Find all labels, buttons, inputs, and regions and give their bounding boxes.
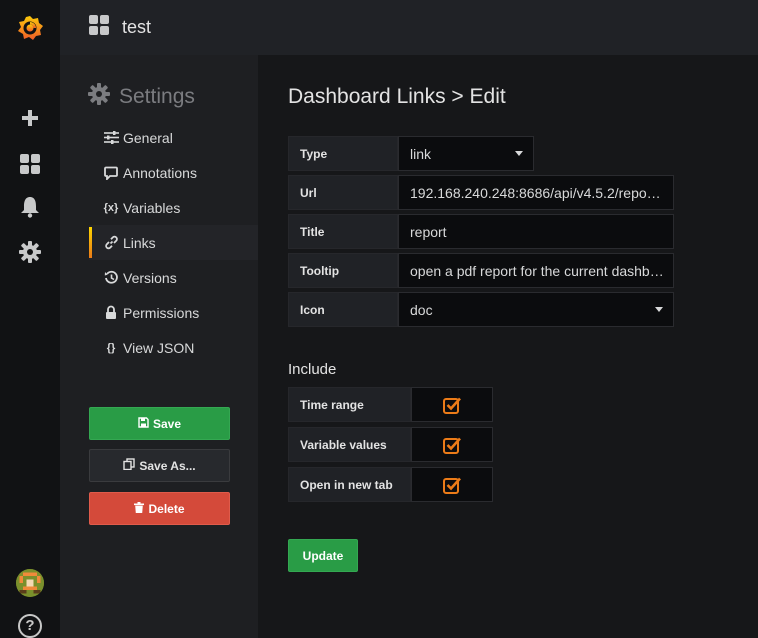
- trash-icon: [134, 501, 145, 516]
- top-navbar: test: [60, 0, 758, 55]
- type-row: Type link: [288, 136, 534, 171]
- title-label: Title: [288, 214, 398, 249]
- save-icon: [138, 416, 149, 431]
- comment-icon: [103, 165, 119, 181]
- time-range-label: Time range: [288, 387, 411, 422]
- chevron-down-icon: [515, 151, 523, 156]
- settings-title: Settings: [119, 85, 195, 108]
- save-as-button[interactable]: Save As...: [89, 449, 230, 482]
- icon-label: Icon: [288, 292, 398, 327]
- link-edit-panel: Dashboard Links > Edit Type link Url 192…: [258, 55, 758, 638]
- history-icon: [103, 270, 119, 286]
- open-new-tab-label: Open in new tab: [288, 467, 411, 502]
- copy-icon: [123, 458, 136, 473]
- variables-icon: {x}: [103, 201, 119, 214]
- sidebar-item-permissions[interactable]: Permissions: [60, 295, 258, 330]
- sidebar-item-annotations[interactable]: Annotations: [60, 155, 258, 190]
- sidebar-item-general[interactable]: General: [60, 120, 258, 155]
- json-icon: {}: [106, 341, 116, 354]
- sidebar-item-versions[interactable]: Versions: [60, 260, 258, 295]
- type-select[interactable]: link: [398, 136, 534, 171]
- url-label: Url: [288, 175, 398, 210]
- tooltip-label: Tooltip: [288, 253, 398, 288]
- sidebar-item-variables[interactable]: {x} Variables: [60, 190, 258, 225]
- sidebar-item-label: Annotations: [123, 164, 197, 181]
- dashboard-title[interactable]: test: [122, 17, 151, 38]
- variable-values-label: Variable values: [288, 427, 411, 462]
- sidebar-item-view-json[interactable]: {} View JSON: [60, 330, 258, 365]
- sliders-icon: [103, 130, 119, 146]
- update-button[interactable]: Update: [288, 539, 358, 572]
- tooltip-input[interactable]: open a pdf report for the current dashb…: [398, 253, 674, 288]
- title-value: report: [410, 223, 447, 240]
- type-value: link: [410, 145, 432, 162]
- lock-icon: [103, 305, 119, 321]
- tooltip-row: Tooltip open a pdf report for the curren…: [288, 253, 674, 288]
- sidebar-item-label: General: [123, 129, 173, 146]
- grafana-logo-icon[interactable]: [14, 12, 46, 44]
- plus-icon[interactable]: [15, 103, 45, 133]
- open-new-tab-row: Open in new tab: [288, 467, 493, 502]
- time-range-checkbox[interactable]: [411, 387, 493, 422]
- help-icon[interactable]: ?: [18, 614, 42, 638]
- icon-select[interactable]: doc: [398, 292, 674, 327]
- grafana-app: ? test Settings General Annotations {x} …: [0, 0, 758, 638]
- checkbox-checked-icon: [443, 397, 461, 414]
- title-input[interactable]: report: [398, 214, 674, 249]
- alert-bell-icon[interactable]: [15, 192, 45, 222]
- delete-button[interactable]: Delete: [89, 492, 230, 525]
- side-rail: ?: [0, 0, 60, 638]
- title-row: Title report: [288, 214, 674, 249]
- sidebar-item-label: Links: [123, 234, 156, 251]
- checkbox-checked-icon: [443, 437, 461, 454]
- sidebar-item-label: Variables: [123, 199, 181, 216]
- include-heading: Include: [288, 361, 337, 378]
- dashboards-icon[interactable]: [15, 149, 45, 179]
- dashboard-grid-icon: [88, 14, 110, 41]
- time-range-row: Time range: [288, 387, 493, 422]
- variable-values-row: Variable values: [288, 427, 493, 462]
- icon-value: doc: [410, 301, 433, 318]
- open-new-tab-checkbox[interactable]: [411, 467, 493, 502]
- url-value: 192.168.240.248:8686/api/v4.5.2/repo…: [410, 184, 661, 201]
- save-button[interactable]: Save: [89, 407, 230, 440]
- user-avatar[interactable]: [16, 569, 44, 597]
- page-title: Dashboard Links > Edit: [288, 85, 506, 108]
- settings-nav: General Annotations {x} Variables Links: [60, 120, 258, 365]
- url-input[interactable]: 192.168.240.248:8686/api/v4.5.2/repo…: [398, 175, 674, 210]
- save-as-label: Save As...: [139, 458, 196, 473]
- chevron-down-icon: [655, 307, 663, 312]
- sidebar-item-label: View JSON: [123, 339, 195, 356]
- settings-heading: Settings: [88, 83, 195, 111]
- gear-icon[interactable]: [15, 237, 45, 267]
- sidebar-item-label: Permissions: [123, 304, 200, 321]
- url-row: Url 192.168.240.248:8686/api/v4.5.2/repo…: [288, 175, 674, 210]
- gear-icon: [88, 83, 110, 111]
- sidebar-item-label: Versions: [123, 269, 177, 286]
- checkbox-checked-icon: [443, 477, 461, 494]
- type-label: Type: [288, 136, 398, 171]
- icon-row: Icon doc: [288, 292, 674, 327]
- sidebar-item-links[interactable]: Links: [60, 225, 258, 260]
- variable-values-checkbox[interactable]: [411, 427, 493, 462]
- delete-label: Delete: [148, 501, 185, 516]
- settings-sidebar: Settings General Annotations {x} Variabl…: [60, 55, 258, 638]
- link-icon: [103, 235, 119, 251]
- tooltip-value: open a pdf report for the current dashb…: [410, 262, 664, 279]
- save-label: Save: [152, 416, 182, 431]
